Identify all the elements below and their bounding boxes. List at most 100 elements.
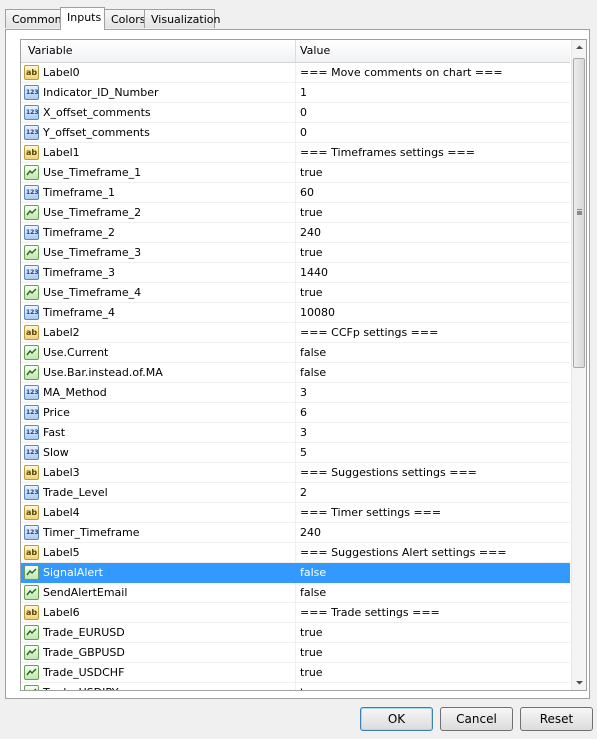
variable-cell: 123 Slow (21, 443, 296, 462)
value-cell[interactable]: 240 (300, 223, 321, 242)
variable-cell: ab Label5 (21, 543, 296, 562)
value-cell[interactable]: true (300, 683, 323, 690)
table-row[interactable]: 123 Timeframe_3 1440 (21, 263, 570, 283)
value-cell[interactable]: false (300, 563, 326, 582)
integer-type-icon: 123 (24, 85, 39, 100)
scrollbar-thumb[interactable] (573, 58, 585, 368)
table-row[interactable]: ab Label5 === Suggestions Alert settings =… (21, 543, 570, 563)
value-cell[interactable]: 0 (300, 123, 307, 142)
value-cell[interactable]: 1440 (300, 263, 328, 282)
variable-cell: 123 Timeframe_3 (21, 263, 296, 282)
table-row[interactable]: ab Label0 === Move comments on chart === (21, 63, 570, 83)
value-cell[interactable]: false (300, 343, 326, 362)
value-cell[interactable]: true (300, 283, 323, 302)
value-cell[interactable]: false (300, 583, 326, 602)
table-row[interactable]: 123 Timeframe_4 10080 (21, 303, 570, 323)
value-cell[interactable]: 10080 (300, 303, 335, 322)
variable-name: Label0 (43, 66, 80, 79)
value-cell[interactable]: === Timeframes settings === (300, 143, 475, 162)
table-row[interactable]: Trade_EURUSD true (21, 623, 570, 643)
table-row[interactable]: 123 MA_Method 3 (21, 383, 570, 403)
tab-common[interactable]: Common (5, 9, 62, 28)
value-cell[interactable]: === Move comments on chart === (300, 63, 503, 82)
variable-name: Trade_USDJPY (43, 683, 118, 690)
table-row[interactable]: Use_Timeframe_4 true (21, 283, 570, 303)
table-row[interactable]: 123 Price 6 (21, 403, 570, 423)
value-cell[interactable]: === Timer settings === (300, 503, 441, 522)
variable-cell: ab Label1 (21, 143, 296, 162)
table-row[interactable]: Trade_USDJPY true (21, 683, 570, 690)
value-cell[interactable]: === Suggestions Alert settings === (300, 543, 507, 562)
tab-inputs[interactable]: Inputs (60, 7, 105, 30)
variable-name: Timeframe_2 (43, 226, 116, 239)
boolean-type-icon (24, 245, 39, 260)
table-row[interactable]: ab Label6 === Trade settings === (21, 603, 570, 623)
value-cell[interactable]: === CCFp settings === (300, 323, 438, 342)
variable-name: SignalAlert (43, 566, 103, 579)
table-row[interactable]: ab Label2 === CCFp settings === (21, 323, 570, 343)
table-row[interactable]: 123 Timer_Timeframe 240 (21, 523, 570, 543)
value-cell[interactable]: true (300, 663, 323, 682)
string-type-icon: ab (24, 325, 39, 340)
value-cell[interactable]: === Suggestions settings === (300, 463, 477, 482)
boolean-type-icon (24, 285, 39, 300)
table-row[interactable]: 123 Indicator_ID_Number 1 (21, 83, 570, 103)
variable-name: Timer_Timeframe (43, 526, 140, 539)
table-row[interactable]: Use_Timeframe_3 true (21, 243, 570, 263)
table-row[interactable]: Use.Current false (21, 343, 570, 363)
value-cell[interactable]: 3 (300, 423, 307, 442)
cancel-button[interactable]: Cancel (440, 707, 513, 731)
table-row[interactable]: 123 Fast 3 (21, 423, 570, 443)
vertical-scrollbar[interactable] (571, 40, 586, 690)
value-cell[interactable]: 240 (300, 523, 321, 542)
table-row[interactable]: ab Label1 === Timeframes settings === (21, 143, 570, 163)
table-row[interactable]: SendAlertEmail false (21, 583, 570, 603)
scroll-down-arrow-icon[interactable] (572, 675, 586, 690)
table-row[interactable]: Use_Timeframe_1 true (21, 163, 570, 183)
variable-name: Timeframe_1 (43, 186, 116, 199)
value-cell[interactable]: 5 (300, 443, 307, 462)
integer-type-icon: 123 (24, 485, 39, 500)
tab-colors[interactable]: Colors (104, 9, 145, 28)
table-row[interactable]: SignalAlert false (21, 563, 570, 583)
value-cell[interactable]: true (300, 163, 323, 182)
scroll-up-arrow-icon[interactable] (572, 40, 586, 55)
table-row[interactable]: 123 Slow 5 (21, 443, 570, 463)
table-row[interactable]: ab Label3 === Suggestions settings === (21, 463, 570, 483)
table-row[interactable]: Trade_USDCHF true (21, 663, 570, 683)
variable-cell: Trade_EURUSD (21, 623, 296, 642)
value-cell[interactable]: true (300, 623, 323, 642)
table-row[interactable]: ab Label4 === Timer settings === (21, 503, 570, 523)
boolean-type-icon (24, 165, 39, 180)
tab-visualization[interactable]: Visualization (144, 9, 220, 28)
table-row[interactable]: 123 Trade_Level 2 (21, 483, 570, 503)
grid-header: Variable Value (21, 40, 570, 63)
table-row[interactable]: 123 X_offset_comments 0 (21, 103, 570, 123)
variable-name: Use_Timeframe_1 (43, 166, 142, 179)
value-cell[interactable]: false (300, 363, 326, 382)
value-cell[interactable]: 3 (300, 383, 307, 402)
column-header-variable[interactable]: Variable (21, 40, 296, 62)
variable-name: Indicator_ID_Number (43, 86, 159, 99)
value-cell[interactable]: 2 (300, 483, 307, 502)
value-cell[interactable]: 60 (300, 183, 314, 202)
table-row[interactable]: 123 Timeframe_1 60 (21, 183, 570, 203)
value-cell[interactable]: true (300, 203, 323, 222)
value-cell[interactable]: true (300, 243, 323, 262)
value-cell[interactable]: 1 (300, 83, 307, 102)
table-row[interactable]: Use.Bar.instead.of.MA false (21, 363, 570, 383)
variable-cell: ab Label4 (21, 503, 296, 522)
variable-name: Timeframe_3 (43, 266, 116, 279)
ok-button[interactable]: OK (360, 707, 433, 731)
column-header-value[interactable]: Value (296, 40, 570, 62)
table-row[interactable]: Use_Timeframe_2 true (21, 203, 570, 223)
string-type-icon: ab (24, 65, 39, 80)
table-row[interactable]: 123 Timeframe_2 240 (21, 223, 570, 243)
value-cell[interactable]: 6 (300, 403, 307, 422)
reset-button[interactable]: Reset (520, 707, 593, 731)
table-row[interactable]: Trade_GBPUSD true (21, 643, 570, 663)
value-cell[interactable]: 0 (300, 103, 307, 122)
value-cell[interactable]: === Trade settings === (300, 603, 440, 622)
table-row[interactable]: 123 Y_offset_comments 0 (21, 123, 570, 143)
value-cell[interactable]: true (300, 643, 323, 662)
